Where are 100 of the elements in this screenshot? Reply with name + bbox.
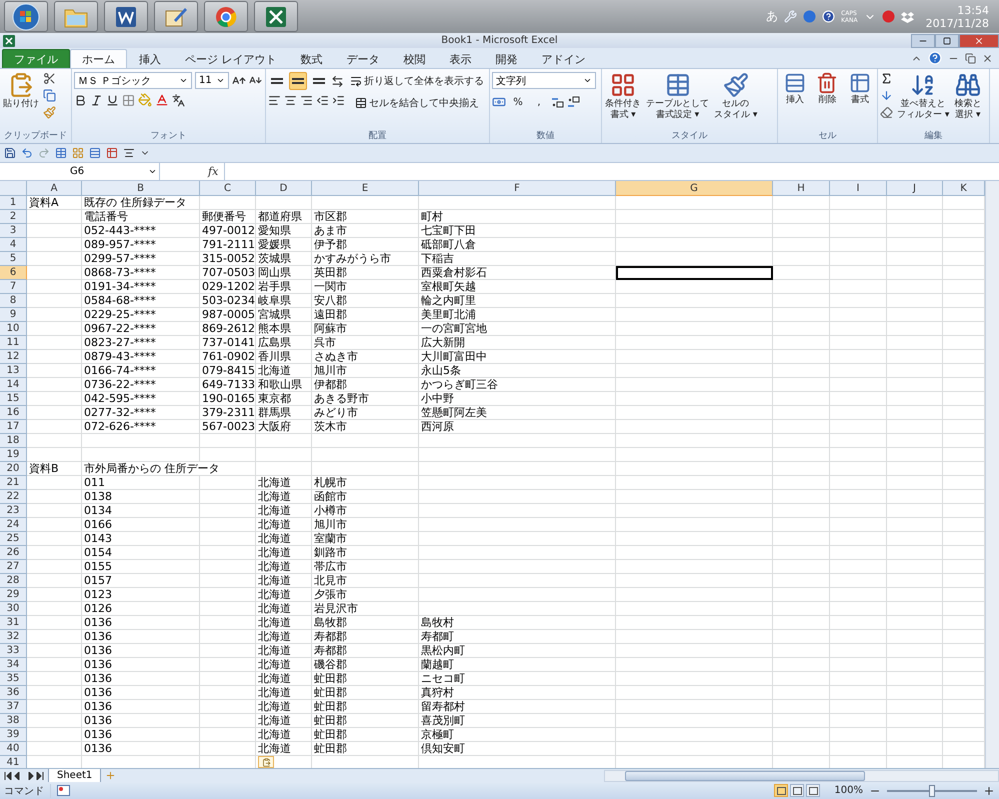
format-painter-icon[interactable] [43,106,56,119]
row-header[interactable]: 40 [0,742,27,756]
cut-icon[interactable] [43,72,56,85]
ribbon-tab[interactable]: 挿入 [127,49,173,68]
row-header[interactable]: 30 [0,602,27,616]
align-left-icon[interactable] [268,94,281,107]
row-header[interactable]: 37 [0,700,27,714]
column-header[interactable]: I [830,181,887,196]
taskbar-button[interactable] [54,1,98,32]
percent-button[interactable]: % [509,93,527,111]
decrease-decimal-icon[interactable] [567,96,580,108]
ribbon-tab[interactable]: ページ レイアウト [173,49,288,68]
row-header[interactable]: 29 [0,588,27,602]
align-center-icon[interactable] [284,94,297,107]
restore-button[interactable] [935,34,959,48]
row-header[interactable]: 14 [0,378,27,392]
cells-button[interactable]: 書式 [848,72,872,129]
fill-down-icon[interactable] [880,89,893,102]
row-header[interactable]: 12 [0,350,27,364]
save-icon[interactable] [4,147,16,159]
decrease-indent-icon[interactable] [316,94,329,107]
rows-icon[interactable] [89,147,101,159]
taskbar-button[interactable] [154,1,198,32]
row-header[interactable]: 32 [0,630,27,644]
row-header[interactable]: 27 [0,560,27,574]
ribbon-tab[interactable]: アドイン [530,49,598,68]
help-icon[interactable] [928,51,942,65]
view-button[interactable] [806,784,820,797]
help-icon[interactable] [822,10,836,23]
row-header[interactable]: 13 [0,364,27,378]
cells-button[interactable]: 挿入 [782,72,807,129]
row-header[interactable]: 11 [0,336,27,350]
close-icon[interactable] [982,52,993,64]
increase-indent-icon[interactable] [332,94,345,107]
undo-icon[interactable] [21,147,33,159]
row-header[interactable]: 36 [0,686,27,700]
row-header[interactable]: 18 [0,434,27,448]
row-header[interactable]: 17 [0,420,27,434]
column-header[interactable]: G [616,181,773,196]
sheet-tab[interactable]: Sheet1 [48,768,102,782]
align-right-icon[interactable] [300,94,313,107]
paste-button[interactable]: 貼り付け [2,72,40,129]
column-header[interactable]: H [773,181,830,196]
row-header[interactable]: 35 [0,672,27,686]
phonetic-icon[interactable] [172,94,185,106]
comma-button[interactable]: , [530,93,548,111]
wrap-text-button[interactable]: 折り返して全体を表示する [348,72,486,90]
name-box[interactable]: G6 [0,163,160,180]
font-color-icon[interactable] [155,93,169,107]
sheet-navigation-icon[interactable] [4,772,44,780]
table-icon[interactable] [55,147,67,159]
row-header[interactable]: 8 [0,294,27,308]
row-header[interactable]: 9 [0,308,27,322]
view-button[interactable] [790,784,804,797]
font-size-field[interactable]: 11 [195,72,229,89]
underline-icon[interactable] [106,94,119,106]
row-header[interactable]: 26 [0,546,27,560]
scrollbar-thumb[interactable] [625,770,865,780]
column-header[interactable]: D [256,181,312,196]
close-button[interactable] [959,34,999,48]
row-header[interactable]: 31 [0,616,27,630]
ribbon-tab[interactable]: 表示 [438,49,484,68]
align-center-icon[interactable] [123,147,135,159]
column-header[interactable]: B [82,181,200,196]
box-icon[interactable] [900,10,914,22]
row-header[interactable]: 34 [0,658,27,672]
ribbon-tab[interactable]: 開発 [484,49,530,68]
row-header[interactable]: 25 [0,532,27,546]
row-header[interactable]: 23 [0,504,27,518]
style-button[interactable]: セルの スタイル ▾ [713,72,758,129]
style-button[interactable]: 条件付き 書式 ▾ [604,72,642,129]
row-header[interactable]: 7 [0,280,27,294]
row-header[interactable]: 24 [0,518,27,532]
row-header[interactable]: 33 [0,644,27,658]
insert-function-label[interactable]: fx [208,165,218,178]
increase-decimal-icon[interactable] [551,96,564,108]
row-header[interactable]: 10 [0,322,27,336]
taskbar-button[interactable] [104,1,148,32]
column-header[interactable]: J [887,181,943,196]
ribbon-tab[interactable]: データ [334,49,392,68]
merge-center-button[interactable]: セルを結合して中央揃え [348,94,486,112]
row-header[interactable]: 16 [0,406,27,420]
bold-icon[interactable] [74,94,87,106]
view-button[interactable] [774,784,788,797]
file-tab[interactable]: ファイル [2,49,70,68]
active-cell[interactable] [616,266,773,280]
taskbar-button[interactable] [204,1,248,32]
column-header[interactable]: C [200,181,256,196]
row-header[interactable]: 39 [0,728,27,742]
column-header[interactable]: A [27,181,82,196]
row-header[interactable]: 21 [0,476,27,490]
editing-button[interactable]: 検索と 選択 ▾ [953,72,982,129]
taskbar-button[interactable] [254,1,298,32]
zoom-in-icon[interactable] [983,784,995,796]
column-header[interactable]: K [943,181,985,196]
vertical-scrollbar[interactable] [985,181,999,768]
row-header[interactable]: 4 [0,238,27,252]
horizontal-scrollbar[interactable] [604,770,999,782]
row-header[interactable]: 28 [0,574,27,588]
zoom-slider-thumb[interactable] [929,784,935,796]
